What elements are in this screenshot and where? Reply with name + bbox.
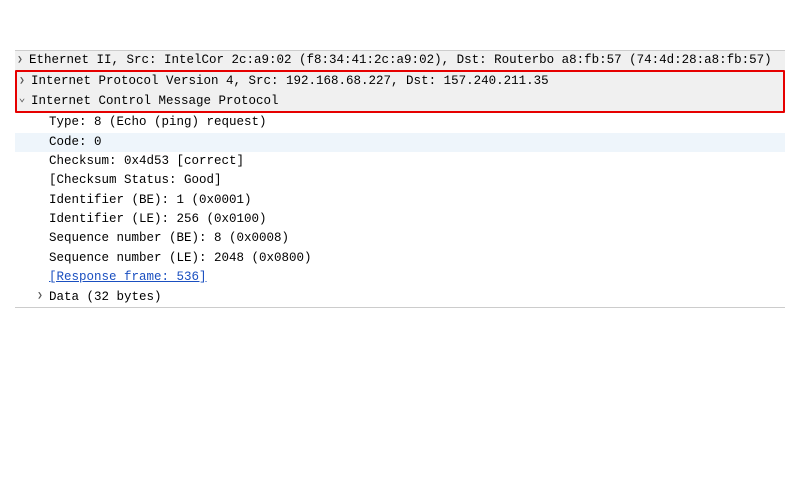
icmp-data-text: Data (32 bytes) — [49, 288, 162, 307]
icmp-data-row[interactable]: Data (32 bytes) — [15, 288, 785, 307]
icmp-checksum-status-text: [Checksum Status: Good] — [49, 171, 222, 190]
ethernet-text: Ethernet II, Src: IntelCor 2c:a9:02 (f8:… — [29, 51, 772, 70]
icmp-checksum-text: Checksum: 0x4d53 [correct] — [49, 152, 244, 171]
icmp-seq-be-text: Sequence number (BE): 8 (0x0008) — [49, 229, 289, 248]
icmp-checksum-status-row[interactable]: [Checksum Status: Good] — [15, 171, 785, 190]
icmp-header-text: Internet Control Message Protocol — [31, 92, 279, 111]
icmp-header-row[interactable]: Internet Control Message Protocol — [17, 92, 783, 111]
ethernet-row[interactable]: Ethernet II, Src: IntelCor 2c:a9:02 (f8:… — [15, 51, 785, 70]
chevron-right-icon[interactable] — [17, 75, 27, 89]
icmp-type-row[interactable]: Type: 8 (Echo (ping) request) — [15, 113, 785, 132]
icmp-response-frame-row[interactable]: [Response frame: 536] — [15, 268, 785, 287]
ipv4-text: Internet Protocol Version 4, Src: 192.16… — [31, 72, 549, 91]
chevron-down-icon[interactable] — [17, 93, 27, 110]
icmp-ident-le-text: Identifier (LE): 256 (0x0100) — [49, 210, 267, 229]
ipv4-row[interactable]: Internet Protocol Version 4, Src: 192.16… — [17, 72, 783, 91]
icmp-ident-be-text: Identifier (BE): 1 (0x0001) — [49, 191, 252, 210]
icmp-checksum-row[interactable]: Checksum: 0x4d53 [correct] — [15, 152, 785, 171]
icmp-seq-be-row[interactable]: Sequence number (BE): 8 (0x0008) — [15, 229, 785, 248]
icmp-seq-le-text: Sequence number (LE): 2048 (0x0800) — [49, 249, 312, 268]
chevron-right-icon[interactable] — [15, 54, 25, 68]
highlight-box: Internet Protocol Version 4, Src: 192.16… — [15, 70, 785, 113]
chevron-right-icon[interactable] — [35, 290, 45, 304]
icmp-code-row[interactable]: Code: 0 — [15, 133, 785, 152]
response-frame-link[interactable]: [Response frame: 536] — [49, 268, 207, 287]
packet-details-panel: Ethernet II, Src: IntelCor 2c:a9:02 (f8:… — [15, 50, 785, 308]
icmp-code-text: Code: 0 — [49, 133, 102, 152]
icmp-seq-le-row[interactable]: Sequence number (LE): 2048 (0x0800) — [15, 249, 785, 268]
icmp-ident-be-row[interactable]: Identifier (BE): 1 (0x0001) — [15, 191, 785, 210]
icmp-type-text: Type: 8 (Echo (ping) request) — [49, 113, 267, 132]
icmp-ident-le-row[interactable]: Identifier (LE): 256 (0x0100) — [15, 210, 785, 229]
